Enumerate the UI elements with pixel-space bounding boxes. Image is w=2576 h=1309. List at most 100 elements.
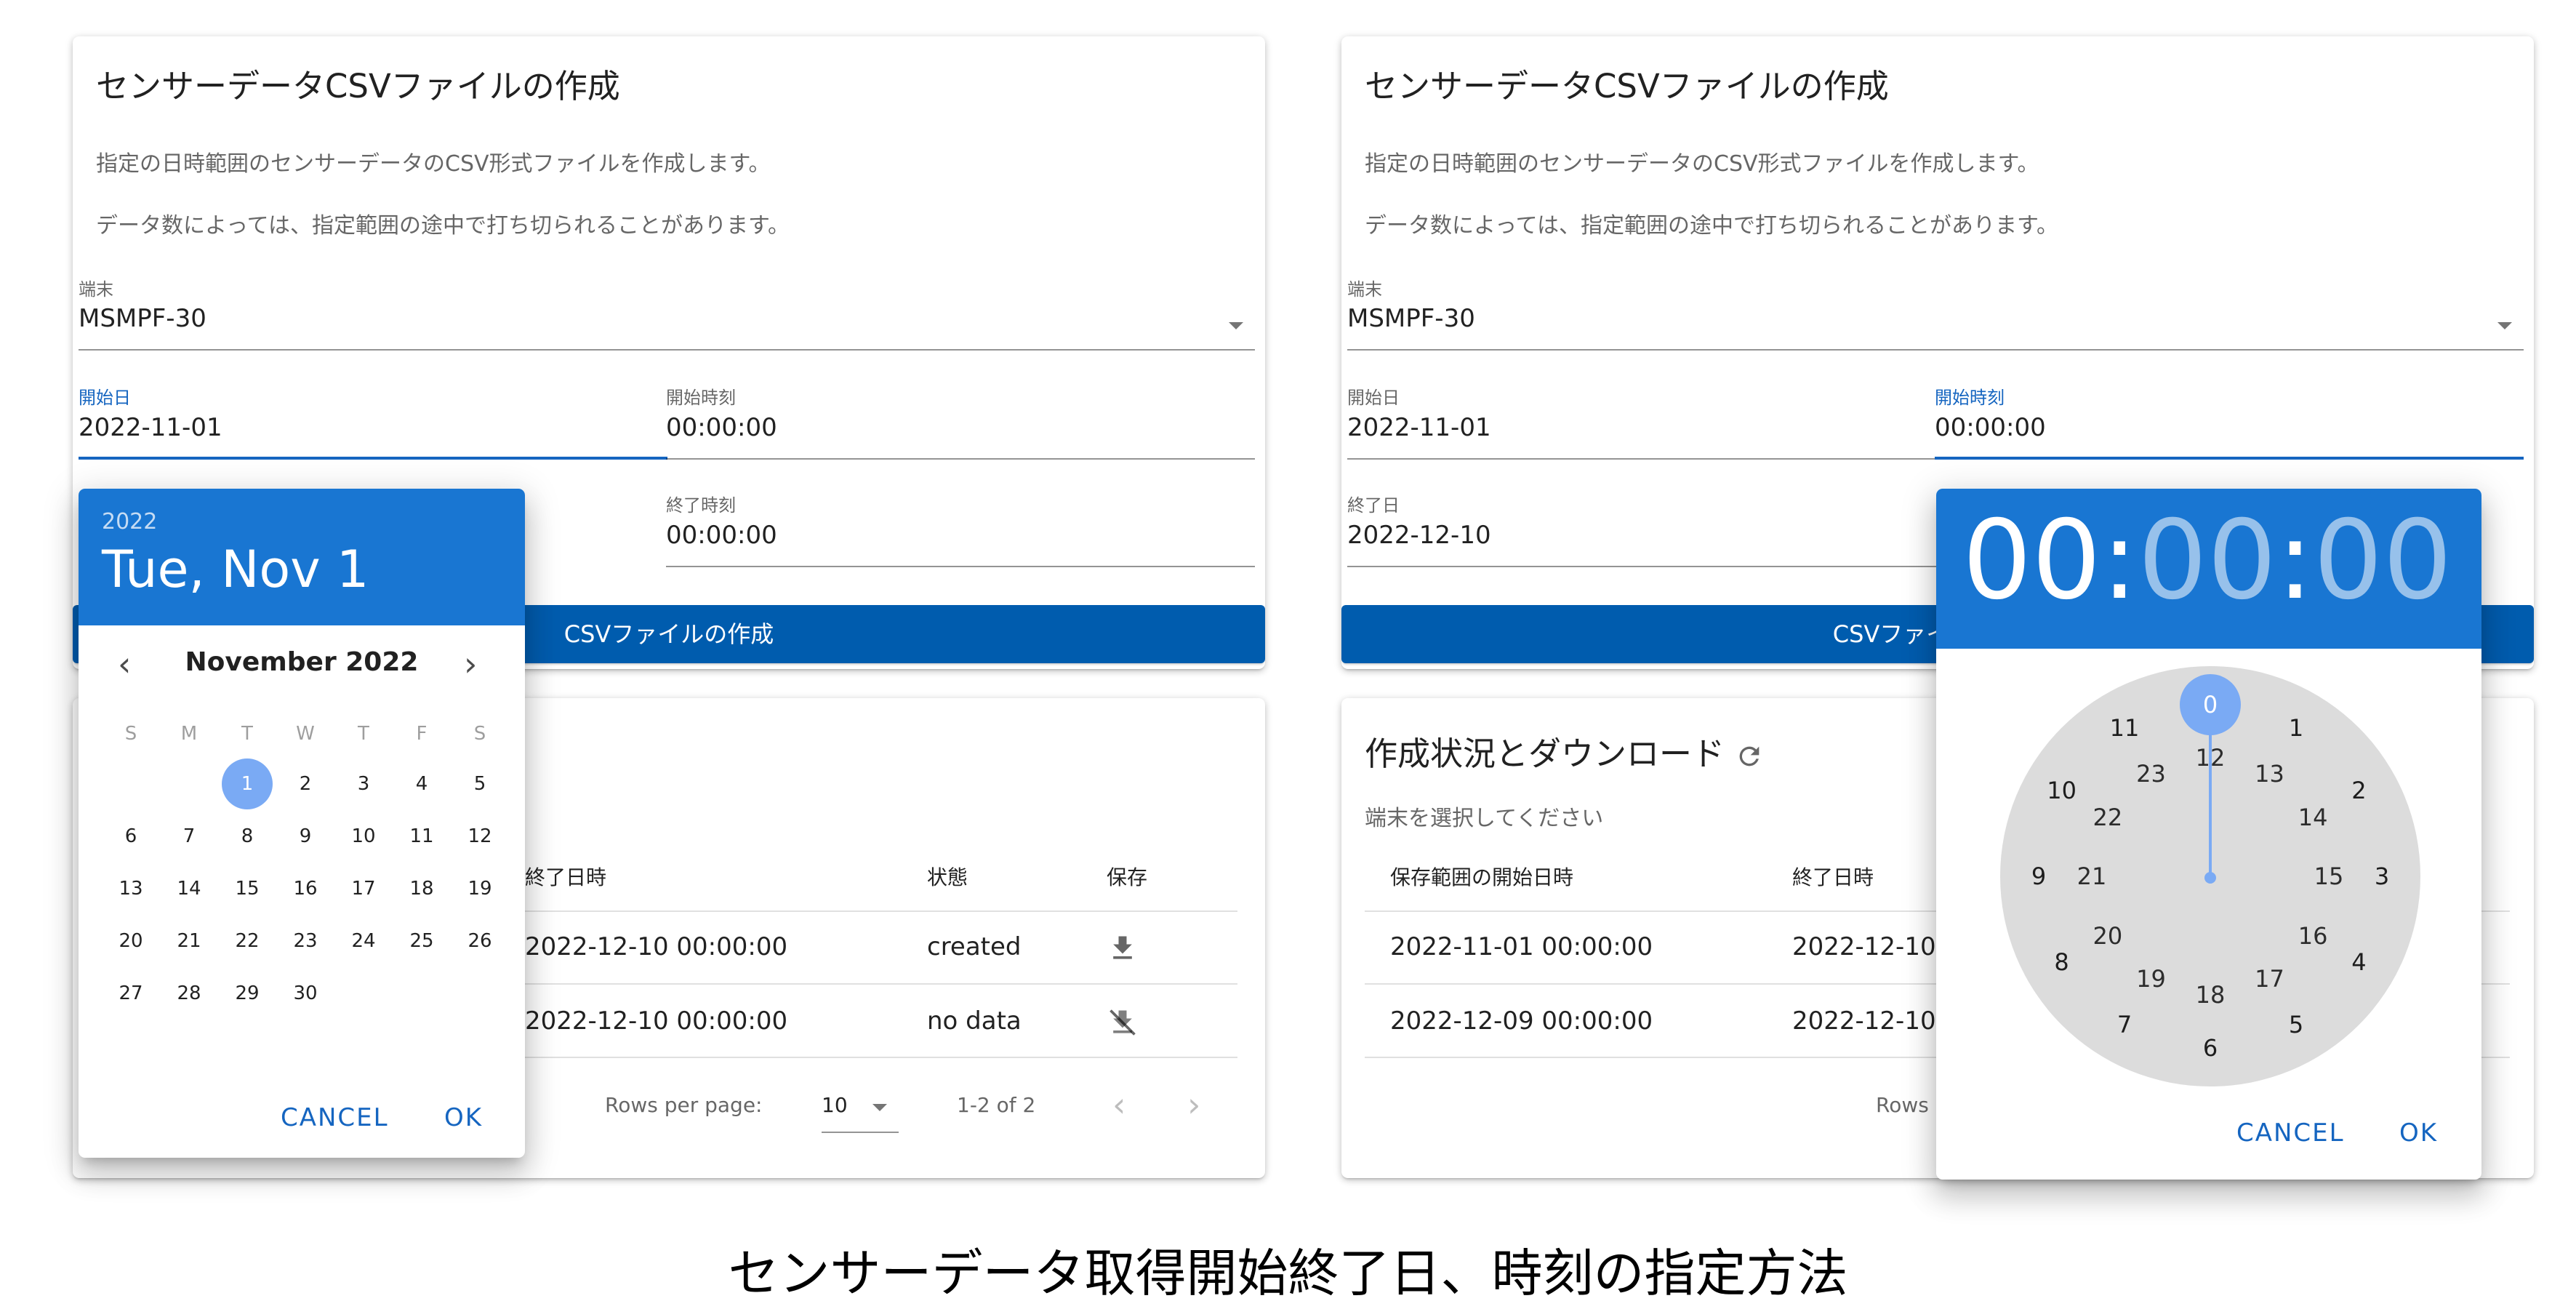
time-separator: : [2100,497,2138,624]
calendar-day[interactable]: 30 [280,968,331,1019]
clock-number[interactable]: 20 [2086,914,2130,958]
clock-number[interactable]: 2 [2337,769,2380,812]
time-separator: : [2276,497,2314,624]
ok-button[interactable]: OK [444,1103,483,1132]
calendar-day[interactable]: 13 [105,863,156,914]
clock-number[interactable]: 1 [2274,706,2318,750]
calendar-day[interactable]: 6 [105,811,156,862]
clock-number[interactable]: 19 [2130,957,2173,1001]
calendar-day[interactable]: 26 [454,916,505,966]
calendar-day[interactable]: 10 [338,811,389,862]
cancel-button[interactable]: CANCEL [281,1103,389,1132]
start-date-label: 開始日 [79,388,131,408]
time-picker-header: 00:00:00 [1936,489,2481,649]
clock-number[interactable]: 16 [2291,914,2335,958]
table-divider [509,910,1237,912]
chevron-down-icon[interactable] [1229,322,1243,329]
clock-number[interactable]: 22 [2086,796,2130,839]
device-label: 端末 [1347,279,1382,300]
calendar-day[interactable]: 20 [105,916,156,966]
calendar-day[interactable]: 23 [280,916,331,966]
clock-number[interactable]: 21 [2070,854,2114,898]
refresh-icon[interactable] [1735,742,1764,771]
calendar-day[interactable]: 5 [454,758,505,809]
weekday-label: T [358,723,369,745]
calendar-day[interactable]: 4 [396,758,447,809]
pagination-range: 1-2 of 2 [957,1093,1036,1117]
calendar-day[interactable]: 11 [396,811,447,862]
calendar-day[interactable]: 25 [396,916,447,966]
date-picker-dialog: 2022 Tue, Nov 1 ‹ November 2022 › SMTWTF… [79,489,525,1158]
calendar-day[interactable]: 17 [338,863,389,914]
start-date-input[interactable]: 2022-11-01 [1347,413,1491,442]
page-title: センサーデータCSVファイルの作成 [1365,67,1889,105]
calendar-day[interactable]: 16 [280,863,331,914]
status-title-text: 作成状況とダウンロード [1365,734,1725,773]
device-value[interactable]: MSMPF-30 [79,304,206,333]
clock-number[interactable]: 7 [2103,1003,2146,1046]
clock-number[interactable]: 15 [2307,854,2351,898]
calendar-day[interactable]: 7 [164,811,214,862]
rows-per-page-underline [822,1132,899,1133]
calendar-day[interactable]: 8 [222,811,273,862]
clock-number[interactable]: 23 [2130,752,2173,796]
calendar-day[interactable]: 24 [338,916,389,966]
calendar-day[interactable]: 12 [454,811,505,862]
ok-button[interactable]: OK [2399,1118,2438,1148]
calendar-day[interactable]: 3 [338,758,389,809]
hours-display[interactable]: 00 [1962,497,2101,624]
calendar-day[interactable]: 27 [105,968,156,1019]
clock-number[interactable]: 12 [2188,736,2232,780]
calendar-day[interactable]: 15 [222,863,273,914]
calendar-day[interactable]: 18 [396,863,447,914]
device-value[interactable]: MSMPF-30 [1347,304,1475,333]
download-icon[interactable] [1107,932,1139,964]
chevron-left-icon[interactable]: ‹ [1112,1088,1126,1121]
clock-number-selected[interactable]: 0 [2180,674,2241,735]
clock-number[interactable]: 8 [2040,940,2084,984]
calendar-day[interactable]: 2 [280,758,331,809]
table-header-end: 終了日時 [1792,865,1874,889]
seconds-display[interactable]: 00 [2314,497,2452,624]
weekday-label: F [416,723,428,745]
start-time-input[interactable]: 00:00:00 [666,413,777,442]
chevron-down-icon[interactable] [872,1104,887,1111]
clock-number[interactable]: 11 [2103,706,2146,750]
start-date-underline [79,457,667,460]
calendar-day[interactable]: 22 [222,916,273,966]
clock-number[interactable]: 6 [2188,1026,2232,1070]
clock-number[interactable]: 3 [2360,854,2404,898]
clock-number[interactable]: 14 [2291,796,2335,839]
clock-number[interactable]: 5 [2274,1003,2318,1046]
chevron-right-icon[interactable]: › [464,647,477,681]
date-picker-date[interactable]: Tue, Nov 1 [102,540,369,599]
clock-number[interactable]: 17 [2248,957,2292,1001]
cancel-button[interactable]: CANCEL [2236,1118,2345,1148]
clock-number[interactable]: 10 [2040,769,2084,812]
calendar-day[interactable]: 9 [280,811,331,862]
start-date-input[interactable]: 2022-11-01 [79,413,222,442]
start-time-input[interactable]: 00:00:00 [1935,413,2046,442]
date-picker-header: 2022 Tue, Nov 1 [79,489,525,625]
clock-number[interactable]: 18 [2188,973,2232,1017]
clock-number[interactable]: 9 [2017,854,2061,898]
calendar-day-selected[interactable]: 1 [222,758,273,809]
date-picker-year[interactable]: 2022 [102,509,157,535]
weekday-label: S [124,723,137,745]
calendar-day[interactable]: 29 [222,968,273,1019]
chevron-down-icon[interactable] [2497,322,2512,329]
chevron-right-icon[interactable]: › [1187,1088,1200,1121]
clock-number[interactable]: 4 [2337,940,2380,984]
rows-per-page-value[interactable]: 10 [822,1093,848,1117]
end-date-label: 終了日 [1347,495,1400,516]
table-divider [509,1057,1237,1058]
calendar-day[interactable]: 21 [164,916,214,966]
clock-number[interactable]: 13 [2248,752,2292,796]
calendar-day[interactable]: 14 [164,863,214,914]
calendar-day[interactable]: 28 [164,968,214,1019]
end-time-input[interactable]: 00:00:00 [666,521,777,550]
month-label: November 2022 [185,647,419,677]
minutes-display[interactable]: 00 [2138,497,2276,624]
end-date-input[interactable]: 2022-12-10 [1347,521,1491,550]
calendar-day[interactable]: 19 [454,863,505,914]
